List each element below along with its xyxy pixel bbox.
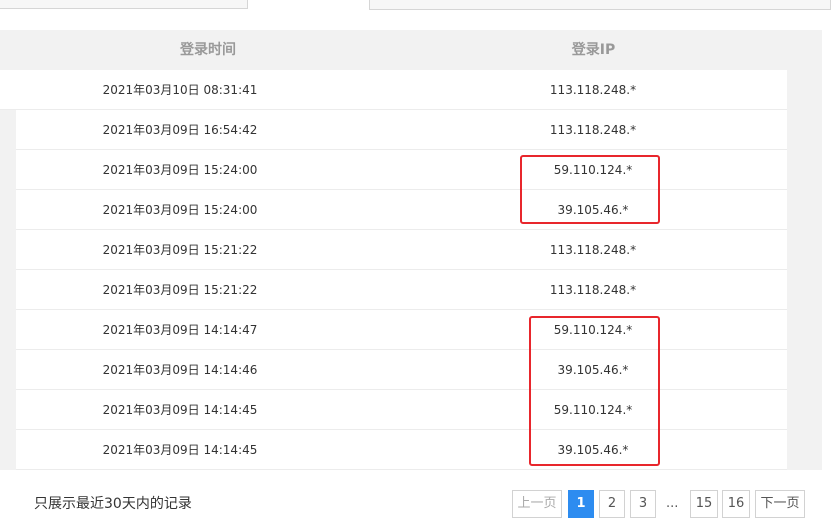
login-ip-cell: 113.118.248.*	[549, 243, 637, 257]
table-body: 2021年03月10日 08:31:41 113.118.248.* 2021年…	[0, 70, 787, 470]
login-records-table: 登录时间 登录IP 2021年03月10日 08:31:41 113.118.2…	[0, 30, 822, 470]
login-ip-cell: 39.105.46.*	[557, 443, 629, 457]
login-time-cell: 2021年03月09日 15:24:00	[102, 203, 258, 217]
login-ip-cell: 113.118.248.*	[549, 123, 637, 137]
top-tab-left[interactable]	[0, 0, 248, 9]
login-ip-cell: 39.105.46.*	[557, 363, 629, 377]
table-row: 2021年03月09日 15:24:00 59.110.124.*	[16, 150, 787, 190]
login-time-cell: 2021年03月09日 16:54:42	[102, 123, 258, 137]
login-time-cell: 2021年03月09日 14:14:47	[102, 323, 258, 337]
header-login-ip: 登录IP	[571, 42, 616, 58]
login-time-cell: 2021年03月09日 15:21:22	[102, 283, 258, 297]
table-row: 2021年03月09日 14:14:45 59.110.124.*	[16, 390, 787, 430]
next-page-button[interactable]: 下一页	[755, 490, 805, 518]
table-row: 2021年03月09日 14:14:47 59.110.124.*	[16, 310, 787, 350]
login-time-cell: 2021年03月09日 14:14:45	[102, 443, 258, 457]
table-row: 2021年03月10日 08:31:41 113.118.248.*	[0, 70, 787, 110]
table-row: 2021年03月09日 15:21:22 113.118.248.*	[16, 270, 787, 310]
top-tab-right[interactable]	[369, 0, 831, 10]
login-ip-cell: 113.118.248.*	[549, 283, 637, 297]
records-notice: 只展示最近30天内的记录	[34, 496, 192, 512]
table-row: 2021年03月09日 15:21:22 113.118.248.*	[16, 230, 787, 270]
table-row: 2021年03月09日 14:14:45 39.105.46.*	[16, 430, 787, 470]
login-ip-cell: 113.118.248.*	[549, 83, 637, 97]
login-ip-cell: 39.105.46.*	[557, 203, 629, 217]
login-ip-cell: 59.110.124.*	[553, 403, 633, 417]
login-time-cell: 2021年03月09日 14:14:45	[102, 403, 258, 417]
table-header: 登录时间 登录IP	[0, 30, 822, 70]
page-button-2[interactable]: 2	[599, 490, 625, 518]
page-button-16[interactable]: 16	[722, 490, 750, 518]
header-login-time: 登录时间	[180, 42, 236, 58]
table-row: 2021年03月09日 16:54:42 113.118.248.*	[16, 110, 787, 150]
login-time-cell: 2021年03月10日 08:31:41	[102, 83, 258, 97]
login-ip-cell: 59.110.124.*	[553, 323, 633, 337]
table-row: 2021年03月09日 14:14:46 39.105.46.*	[16, 350, 787, 390]
login-time-cell: 2021年03月09日 15:24:00	[102, 163, 258, 177]
page-button-1[interactable]: 1	[568, 490, 594, 518]
pagination-ellipsis: ...	[666, 496, 679, 511]
login-ip-cell: 59.110.124.*	[553, 163, 633, 177]
page-button-3[interactable]: 3	[630, 490, 656, 518]
login-time-cell: 2021年03月09日 14:14:46	[102, 363, 258, 377]
page-button-15[interactable]: 15	[690, 490, 718, 518]
login-time-cell: 2021年03月09日 15:21:22	[102, 243, 258, 257]
prev-page-button[interactable]: 上一页	[512, 490, 562, 518]
table-row: 2021年03月09日 15:24:00 39.105.46.*	[16, 190, 787, 230]
